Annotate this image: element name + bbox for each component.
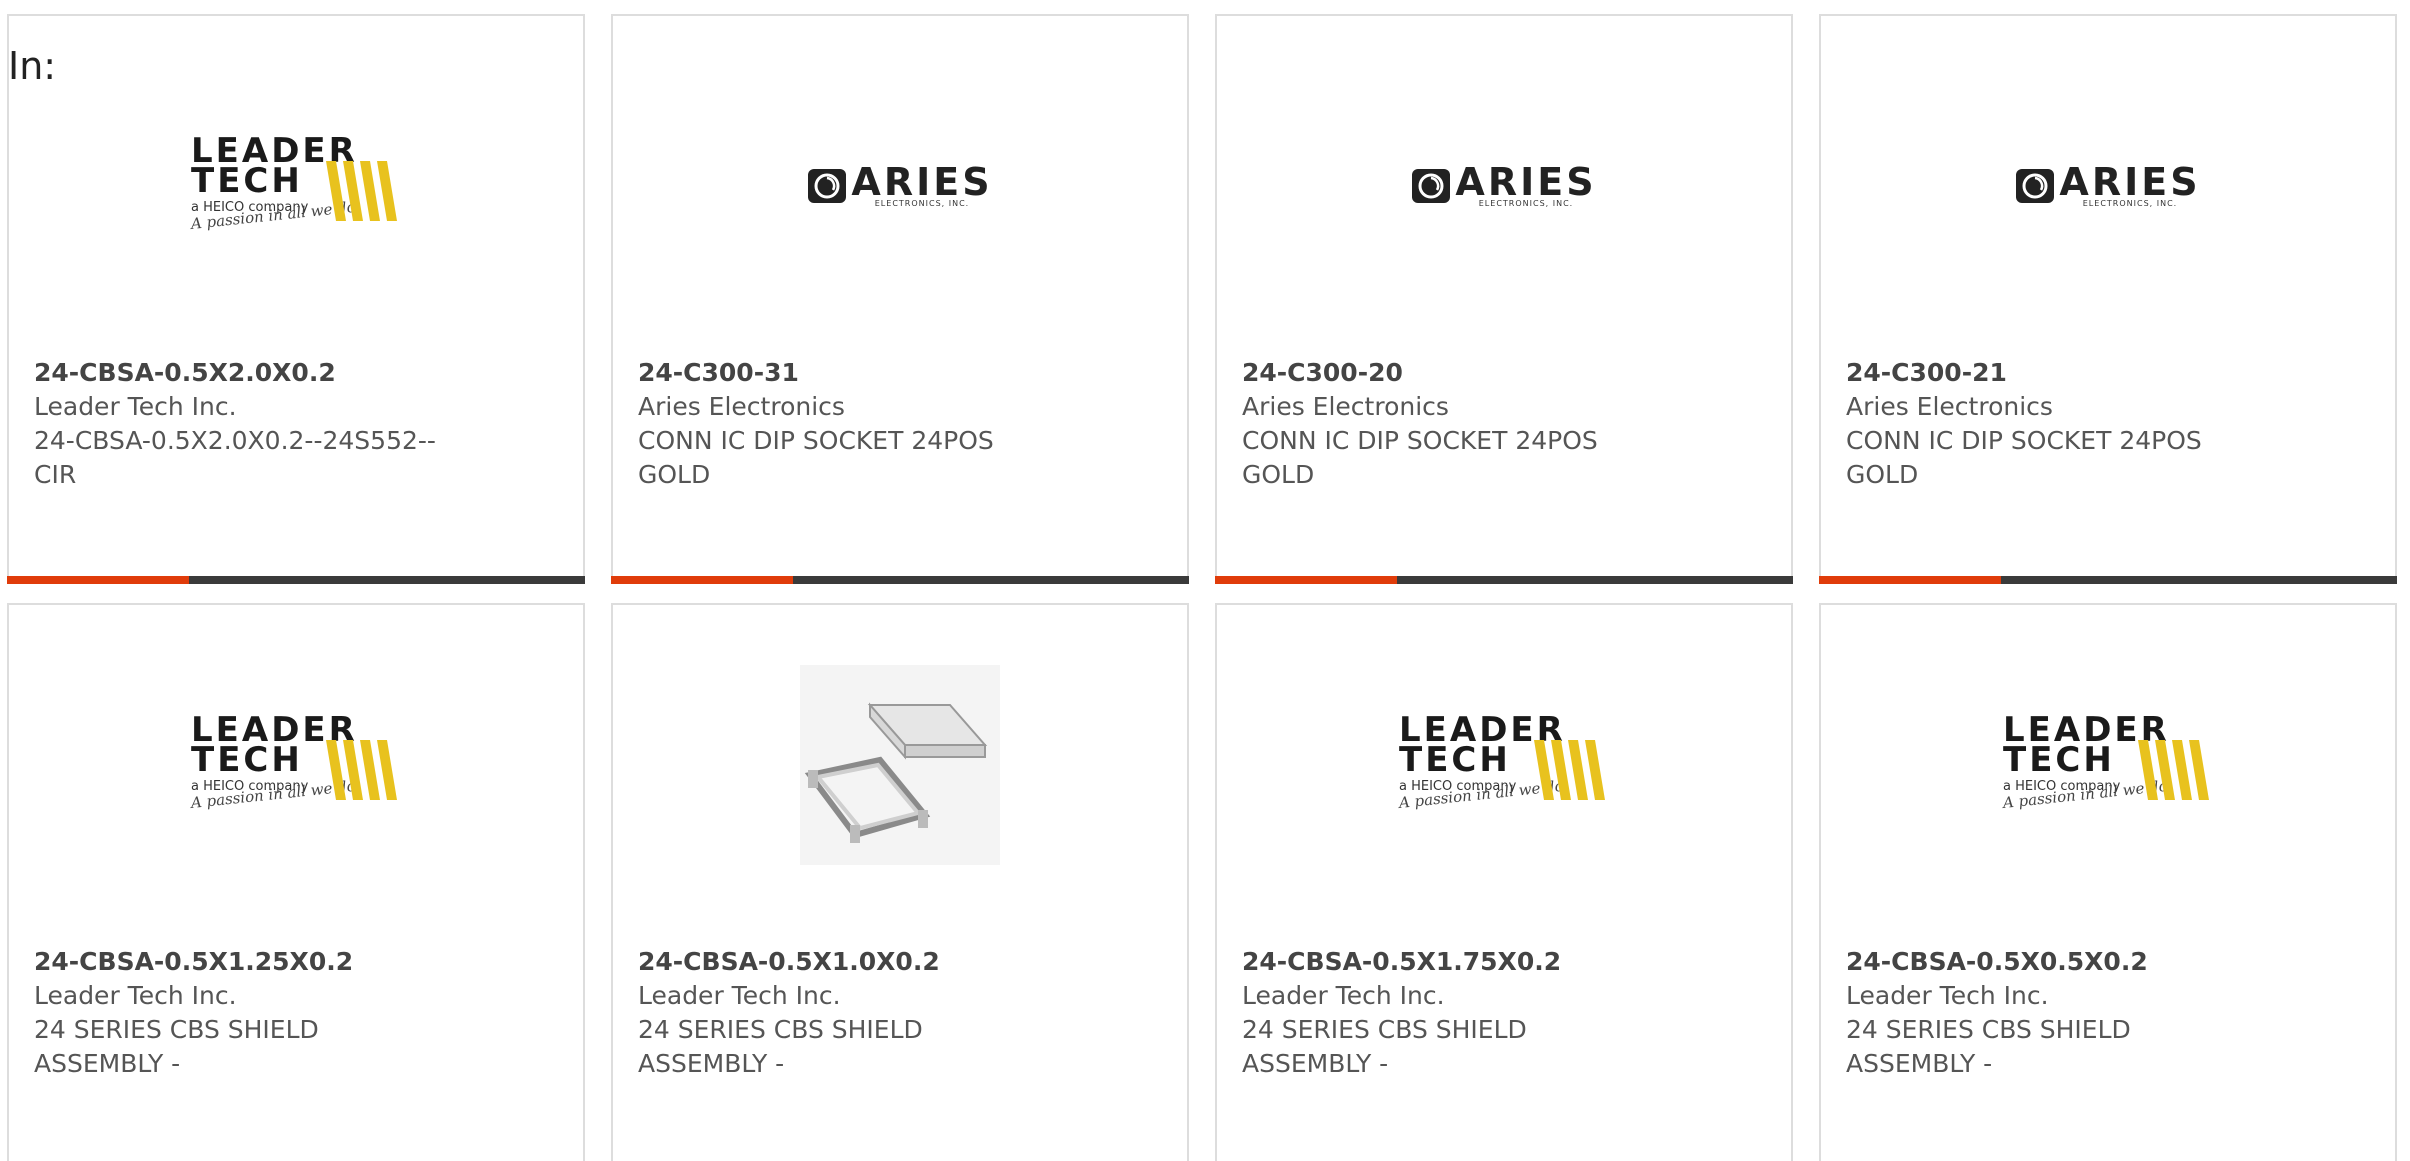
description: ASSEMBLY - [638,1049,785,1078]
description: 24 SERIES CBS SHIELD [34,1015,319,1044]
product-card[interactable]: ARIES ELECTRONICS, INC. 24-C300-31 Aries… [611,14,1189,584]
product-grid-page: In: LEADER TECH a HEICO company A passio… [0,0,2410,1161]
description: CIR [34,460,77,489]
aries-emblem-icon [1412,169,1451,203]
card-bar [1819,576,2397,584]
aries-emblem-icon [2016,169,2055,203]
product-card[interactable]: LEADER TECH a HEICO company A passion in… [7,14,585,584]
manufacturer: Leader Tech Inc. [1242,981,1445,1010]
description: CONN IC DIP SOCKET 24POS [638,426,994,455]
aries-logo: ARIES ELECTRONICS, INC. [613,126,1187,246]
manufacturer: Aries Electronics [638,392,845,421]
description: CONN IC DIP SOCKET 24POS [1846,426,2202,455]
leader-tech-stripes-icon [2138,740,2209,800]
description: ASSEMBLY - [1242,1049,1389,1078]
manufacturer: Leader Tech Inc. [638,981,841,1010]
product-card[interactable]: 24-CBSA-0.5X1.0X0.2 Leader Tech Inc. 24 … [611,603,1189,1161]
card-bar [7,576,585,584]
product-card[interactable]: LEADER TECH a HEICO company A passion in… [1215,603,1793,1161]
leader-tech-logo: LEADER TECH a HEICO company A passion in… [1821,665,2395,865]
aries-emblem-icon [808,169,847,203]
logo-text: ARIES [1455,159,1597,204]
leader-tech-stripes-icon [1534,740,1605,800]
leader-tech-logo: LEADER TECH a HEICO company A passion in… [9,126,583,246]
description: GOLD [1846,460,1919,489]
manufacturer: Leader Tech Inc. [34,981,237,1010]
description: CONN IC DIP SOCKET 24POS [1242,426,1598,455]
description: GOLD [1242,460,1315,489]
part-number[interactable]: 24-CBSA-0.5X2.0X0.2 [34,356,474,390]
part-number[interactable]: 24-CBSA-0.5X1.25X0.2 [34,945,474,979]
product-card[interactable]: LEADER TECH a HEICO company A passion in… [7,603,585,1161]
part-number[interactable]: 24-CBSA-0.5X1.75X0.2 [1242,945,1682,979]
logo-text: ARIES [2059,159,2201,204]
shield-photo [613,665,1187,865]
aries-logo: ARIES ELECTRONICS, INC. [1217,126,1791,246]
card-bar-accent [611,576,793,584]
shield-assembly-image [800,665,1000,865]
part-number[interactable]: 24-CBSA-0.5X0.5X0.2 [1846,945,2286,979]
manufacturer: Aries Electronics [1846,392,2053,421]
description: 24 SERIES CBS SHIELD [1846,1015,2131,1044]
part-number[interactable]: 24-C300-20 [1242,356,1682,390]
manufacturer: Leader Tech Inc. [34,392,237,421]
manufacturer: Leader Tech Inc. [1846,981,2049,1010]
leader-tech-stripes-icon [326,740,397,800]
description: ASSEMBLY - [34,1049,181,1078]
part-number[interactable]: 24-C300-31 [638,356,1078,390]
description: 24-CBSA-0.5X2.0X0.2--24S552-- [34,426,436,455]
card-bar [1215,576,1793,584]
card-bar [611,576,1189,584]
part-number[interactable]: 24-C300-21 [1846,356,2286,390]
leader-tech-stripes-icon [326,161,397,221]
description: GOLD [638,460,711,489]
card-bar-accent [7,576,189,584]
description: 24 SERIES CBS SHIELD [638,1015,923,1044]
description: 24 SERIES CBS SHIELD [1242,1015,1527,1044]
product-card[interactable]: ARIES ELECTRONICS, INC. 24-C300-20 Aries… [1215,14,1793,584]
leader-tech-logo: LEADER TECH a HEICO company A passion in… [9,665,583,865]
leader-tech-logo: LEADER TECH a HEICO company A passion in… [1217,665,1791,865]
aries-logo: ARIES ELECTRONICS, INC. [1821,126,2395,246]
in-label: In: [8,44,57,88]
card-bar-accent [1215,576,1397,584]
product-card[interactable]: LEADER TECH a HEICO company A passion in… [1819,603,2397,1161]
description: ASSEMBLY - [1846,1049,1993,1078]
card-bar-accent [1819,576,2001,584]
part-number[interactable]: 24-CBSA-0.5X1.0X0.2 [638,945,1078,979]
manufacturer: Aries Electronics [1242,392,1449,421]
logo-text: ARIES [851,159,993,204]
product-card[interactable]: ARIES ELECTRONICS, INC. 24-C300-21 Aries… [1819,14,2397,584]
